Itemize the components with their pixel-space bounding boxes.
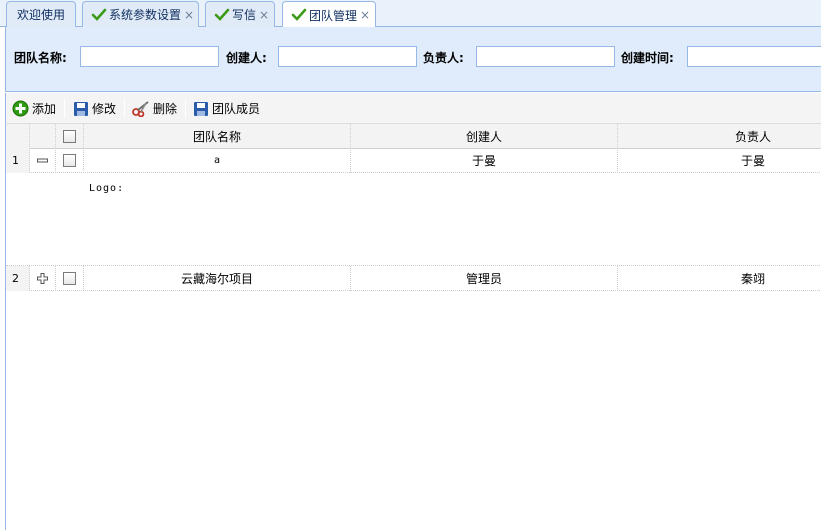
cell-creator: 于曼 (351, 148, 618, 173)
minus-icon (37, 158, 48, 163)
tab-system-params-label: 系统参数设置 (109, 8, 182, 22)
team-management-page: 欢迎使用 系统参数设置 × 写信 × 团队管理 × 团队名称: 创建人: 负责人… (0, 0, 821, 530)
close-icon[interactable]: × (360, 8, 370, 22)
plus-icon (37, 273, 48, 284)
delete-button[interactable]: 删除 (132, 98, 177, 119)
tab-system-params[interactable]: 系统参数设置 × (82, 1, 199, 27)
cell-owner: 于曼 (740, 154, 765, 168)
close-icon[interactable]: × (184, 8, 194, 22)
cell-owner: 秦翊 (740, 272, 765, 286)
grid-header: 团队名称 创建人 负责人 (6, 124, 821, 149)
expand-toggle[interactable] (30, 266, 56, 291)
tab-team-management[interactable]: 团队管理 × (282, 1, 376, 28)
table-row[interactable]: 2 云藏海尔项目 管理员 秦翊 (6, 266, 821, 291)
add-button[interactable]: 添加 (12, 98, 56, 119)
header-team-name[interactable]: 团队名称 (84, 124, 351, 149)
edit-button[interactable]: 修改 (73, 98, 116, 119)
close-icon[interactable]: × (259, 8, 269, 22)
creator-label: 创建人: (226, 51, 267, 65)
toolbar: 添加 修改 删除 团队成员 (5, 93, 821, 124)
delete-label: 删除 (153, 102, 178, 116)
logo-label: Logo: (89, 183, 125, 194)
row-select (56, 266, 84, 291)
table-row[interactable]: 1 a 于曼 于曼 (6, 148, 821, 173)
add-label: 添加 (32, 102, 57, 116)
tab-strip: 欢迎使用 系统参数设置 × 写信 × 团队管理 × (0, 0, 821, 28)
created-time-input[interactable] (687, 46, 821, 67)
collapse-toggle[interactable] (30, 148, 56, 173)
row-checkbox[interactable] (63, 154, 76, 167)
search-panel: 团队名称: 创建人: 负责人: 创建时间: (5, 27, 821, 92)
cell-creator: 管理员 (351, 266, 618, 291)
check-icon (291, 8, 307, 21)
header-select-all (56, 124, 84, 149)
check-icon (214, 8, 230, 21)
toolbar-separator (124, 99, 125, 118)
tab-welcome-label: 欢迎使用 (16, 8, 65, 22)
tab-welcome[interactable]: 欢迎使用 (6, 1, 76, 27)
select-all-checkbox[interactable] (63, 130, 76, 143)
team-name-label: 团队名称: (14, 51, 67, 65)
owner-input[interactable] (476, 46, 615, 67)
tab-write-letter[interactable]: 写信 × (205, 1, 275, 27)
row-number: 2 (6, 266, 30, 291)
header-expander (30, 124, 56, 149)
row-detail-panel: Logo: (6, 173, 821, 266)
toolbar-separator (185, 99, 186, 118)
save-icon (74, 101, 88, 116)
check-icon (91, 8, 107, 21)
scissors-icon (132, 101, 149, 117)
row-select (56, 148, 84, 173)
team-members-label: 团队成员 (212, 102, 261, 116)
created-time-label: 创建时间: (621, 51, 674, 65)
add-icon (12, 100, 29, 117)
cell-team-name: 云藏海尔项目 (84, 266, 351, 291)
tab-write-letter-label: 写信 (232, 8, 257, 22)
row-checkbox[interactable] (63, 272, 76, 285)
team-members-button[interactable]: 团队成员 (193, 98, 260, 119)
creator-input[interactable] (278, 46, 417, 67)
owner-label: 负责人: (423, 51, 464, 65)
edit-label: 修改 (92, 102, 117, 116)
row-number: 1 (6, 148, 30, 173)
header-rownum (6, 124, 30, 149)
save-icon (194, 101, 208, 116)
team-grid: 团队名称 创建人 负责人 1 a 于曼 于曼 Logo: 2 云藏海尔项目 管理… (5, 124, 821, 530)
team-name-input[interactable] (80, 46, 219, 67)
header-owner[interactable]: 负责人 (618, 124, 821, 149)
toolbar-separator (64, 99, 65, 118)
header-creator[interactable]: 创建人 (351, 124, 618, 149)
tab-team-management-label: 团队管理 (309, 8, 358, 23)
cell-team-name: a (84, 148, 351, 173)
